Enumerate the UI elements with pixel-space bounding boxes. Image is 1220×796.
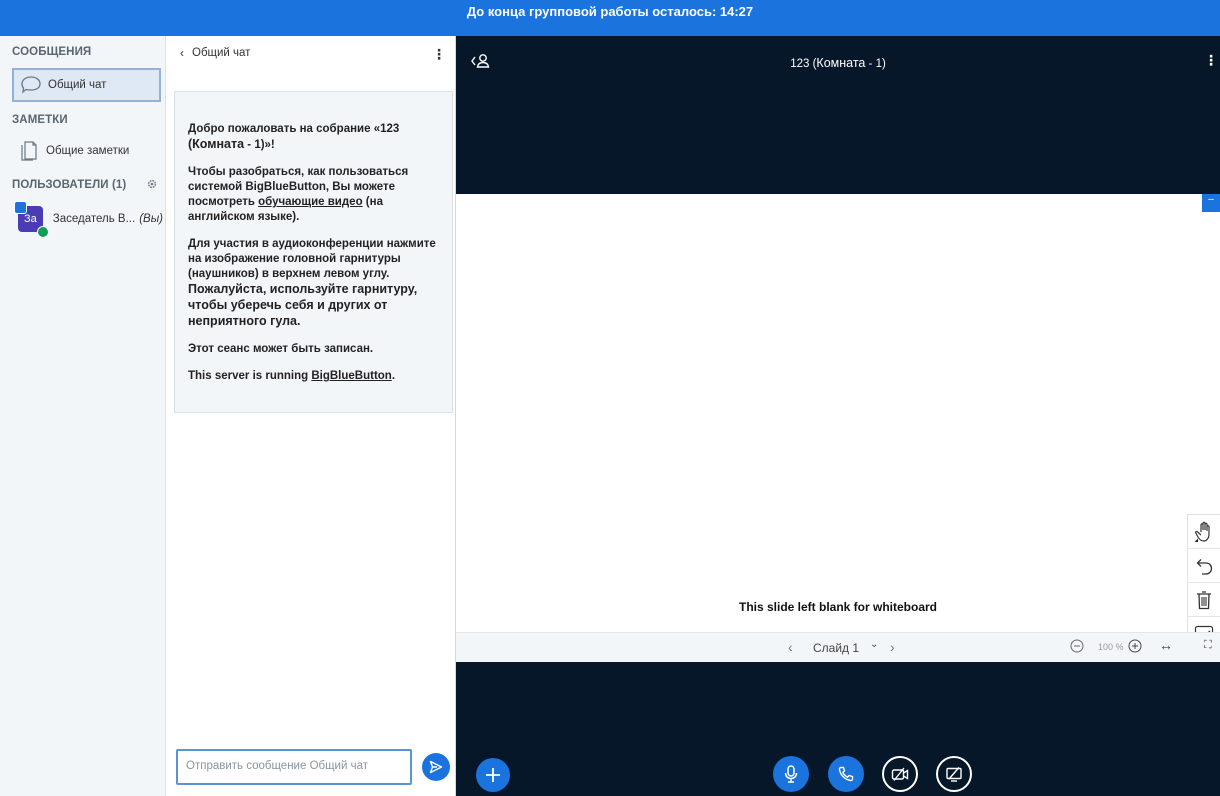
chat-header[interactable]: ‹ Общий чат: [180, 46, 250, 60]
actions-button[interactable]: [476, 758, 510, 792]
sidebar-item-public-chat[interactable]: Общий чат: [12, 68, 161, 102]
welcome-server-b: .: [391, 370, 396, 382]
user-name: Заседатель В...: [52, 213, 136, 225]
presentation-toolbar: ‹ Слайд 1 ⌄ › 100 % ↔ ⛶: [456, 632, 1220, 662]
next-slide-button[interactable]: ›: [890, 639, 895, 655]
chat-input-placeholder: Отправить сообщение Общий чат: [186, 760, 369, 772]
welcome-recording-note: Этот сеанс может быть записан.: [188, 343, 374, 355]
screenshare-off-icon: [946, 767, 962, 782]
mute-button[interactable]: [773, 756, 809, 792]
notes-icon: [12, 141, 46, 161]
chat-title: Общий чат: [192, 47, 251, 59]
sidebar-item-shared-notes[interactable]: Общие заметки: [12, 134, 161, 168]
chevron-left-icon[interactable]: ‹: [180, 46, 184, 60]
chat-options-icon[interactable]: ⋮: [432, 46, 446, 63]
camera-off-icon: [891, 767, 909, 781]
user-list-item[interactable]: За Заседатель В... (Вы): [14, 201, 163, 238]
breakout-timer-text: До конца групповой работы осталось: 14:2…: [466, 4, 754, 19]
public-chat-label: Общий чат: [48, 79, 107, 91]
messages-heading: СООБЩЕНИЯ: [12, 46, 92, 58]
fit-width-icon[interactable]: ↔: [1159, 637, 1173, 653]
welcome-room-rest: - 1)»!: [244, 139, 275, 151]
shared-notes-label: Общие заметки: [46, 145, 130, 157]
breakout-timer-bar: До конца групповой работы осталось: 14:2…: [0, 0, 1220, 36]
welcome-p3-headset: Пожалуйста, используйте гарнитуру, чтобы…: [188, 282, 418, 328]
zoom-out-icon[interactable]: [1070, 639, 1084, 653]
presenter-icon: [14, 201, 27, 214]
mic-icon: [36, 226, 49, 238]
send-icon: [429, 760, 443, 774]
presentation-area: 123 (Комната - 1) ⋮ – This slide left bl…: [456, 36, 1220, 796]
chat-panel: ‹ Общий чат ⋮ Добро пожаловать на собран…: [166, 36, 456, 796]
chat-icon: [14, 76, 48, 94]
tool-hand[interactable]: [1188, 515, 1220, 549]
hand-icon: [1194, 521, 1210, 542]
tool-clear[interactable]: [1188, 583, 1220, 617]
welcome-server-a: This server is running: [188, 370, 312, 382]
tool-undo[interactable]: [1188, 549, 1220, 583]
sidebar: СООБЩЕНИЯ Общий чат ЗАМЕТКИ Общие заметк…: [0, 36, 166, 796]
slide-text: This slide left blank for whiteboard: [738, 600, 938, 614]
whiteboard[interactable]: – This slide left blank for whiteboard: [456, 194, 1220, 654]
gear-icon[interactable]: [146, 178, 158, 190]
welcome-p3-a: Для участия в аудиоконференции нажмите н…: [188, 238, 436, 280]
meeting-title: 123 (Комната - 1): [456, 56, 1220, 70]
undo-icon: [1196, 558, 1213, 575]
zoom-in-icon[interactable]: [1128, 639, 1142, 653]
plus-icon: [486, 768, 500, 782]
welcome-room-bold: (Комната: [188, 137, 245, 151]
chat-message-input[interactable]: Отправить сообщение Общий чат: [176, 749, 412, 785]
chevron-down-icon[interactable]: ⌄: [870, 639, 878, 650]
notes-heading: ЗАМЕТКИ: [12, 114, 68, 126]
users-heading: ПОЛЬЗОВАТЕЛИ (1): [12, 179, 127, 191]
send-button[interactable]: [422, 753, 450, 781]
meeting-title-c: - 1): [865, 58, 886, 70]
trash-icon: [1197, 590, 1211, 609]
phone-icon: [838, 766, 854, 782]
minimize-presentation-button[interactable]: –: [1202, 194, 1220, 212]
bigbluebutton-link[interactable]: BigBlueButton: [311, 370, 391, 382]
mic-icon: [784, 765, 798, 783]
tutorial-video-link[interactable]: обучающие видео: [258, 196, 363, 208]
leave-audio-button[interactable]: [828, 756, 864, 792]
share-camera-button[interactable]: [882, 756, 918, 792]
avatar-initials: За: [24, 213, 37, 225]
share-screen-button[interactable]: [936, 756, 972, 792]
welcome-line1: Добро пожаловать на собрание «123: [188, 123, 400, 135]
avatar: За: [14, 201, 49, 238]
meeting-title-room: Комната: [816, 56, 866, 70]
slide-selector[interactable]: Слайд 1: [813, 641, 859, 655]
user-you-label: (Вы): [139, 213, 163, 225]
main-options-icon[interactable]: ⋮: [1204, 52, 1218, 69]
previous-slide-button[interactable]: ‹: [788, 639, 793, 655]
meeting-title-a: 123 (: [790, 58, 817, 70]
zoom-value: 100 %: [1098, 642, 1124, 652]
fullscreen-icon[interactable]: ⛶: [1204, 639, 1212, 652]
welcome-message: Добро пожаловать на собрание «123 (Комна…: [174, 91, 453, 413]
